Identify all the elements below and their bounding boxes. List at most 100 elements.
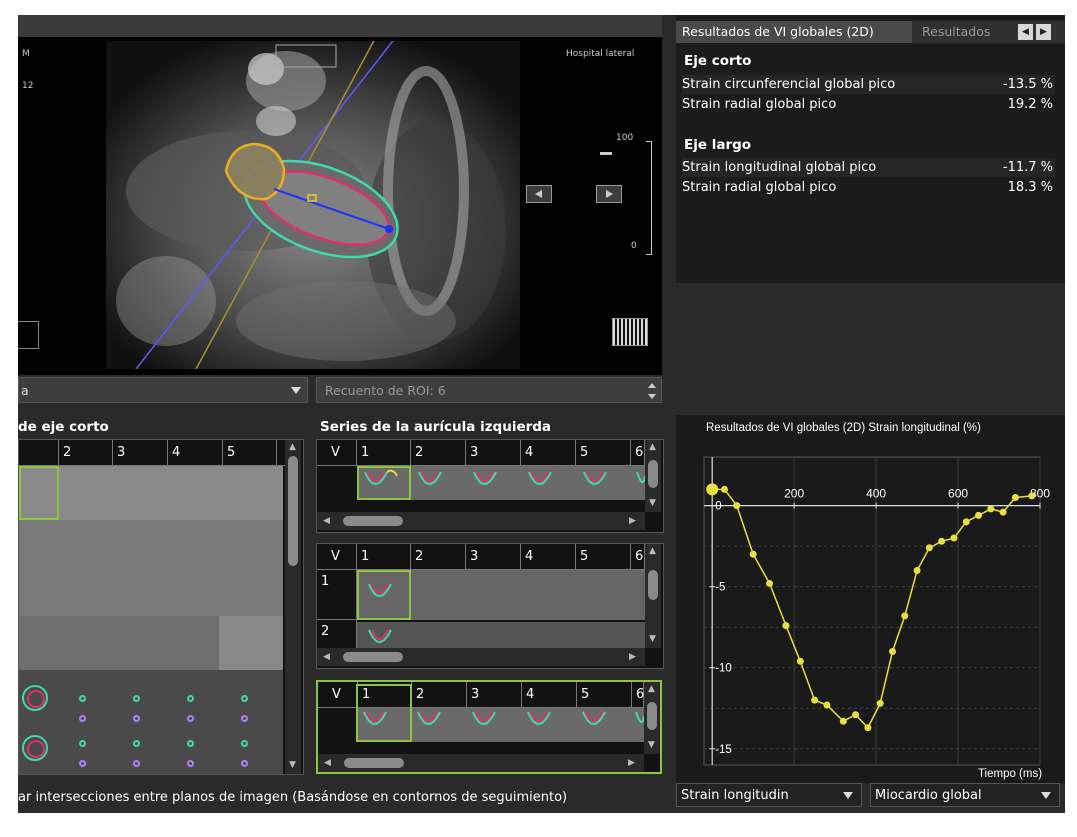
vertical-scrollbar[interactable]: ▲ ▼ bbox=[645, 440, 661, 512]
grid-header-cell: 2 bbox=[59, 440, 113, 466]
scroll-left-icon[interactable]: ◀ bbox=[323, 516, 330, 526]
scroll-left-icon[interactable]: ◀ bbox=[324, 758, 331, 768]
grid-header-cell: 4 bbox=[521, 544, 576, 570]
prev-frame-button[interactable] bbox=[526, 185, 552, 203]
roi-point bbox=[79, 715, 86, 722]
scale-marker bbox=[600, 152, 612, 155]
contour-thumbnails bbox=[364, 469, 645, 485]
scroll-up-icon[interactable]: ▲ bbox=[289, 442, 296, 452]
chart-title: Resultados de VI globales (2D) Strain lo… bbox=[706, 422, 981, 434]
roi-point bbox=[241, 740, 248, 747]
scroll-thumb[interactable] bbox=[343, 516, 403, 526]
app-window: M 12 Hospital lateral 100 0 Resultados d… bbox=[18, 15, 1065, 813]
tab-scroll-right-icon[interactable]: ▶ bbox=[1036, 24, 1051, 40]
roi-point bbox=[133, 740, 140, 747]
scroll-down-icon[interactable]: ▼ bbox=[289, 760, 296, 770]
scroll-down-icon[interactable]: ▼ bbox=[648, 740, 655, 750]
roi-point bbox=[133, 715, 140, 722]
data-point bbox=[925, 544, 933, 552]
data-point bbox=[706, 483, 719, 496]
scroll-thumb[interactable] bbox=[648, 460, 658, 488]
data-point bbox=[999, 508, 1007, 516]
grid-header-cell: 4 bbox=[521, 440, 576, 466]
x-tick-label: 600 bbox=[948, 487, 968, 501]
horizontal-scrollbar[interactable]: ◀ ▶ bbox=[317, 648, 645, 666]
grid-row-band bbox=[19, 616, 219, 670]
strain-chart[interactable]: Resultados de VI globales (2D) Strain lo… bbox=[676, 415, 1065, 783]
image-viewer[interactable]: M 12 Hospital lateral 100 0 bbox=[18, 15, 662, 375]
results-tabbar: Resultados de VI globales (2D) Resultado… bbox=[676, 21, 1065, 43]
chevron-down-icon bbox=[1041, 792, 1051, 799]
grid-header-cell: 6 bbox=[631, 440, 645, 466]
grid-header-cell: 3 bbox=[113, 440, 168, 466]
horizontal-scrollbar[interactable]: ◀ ▶ bbox=[318, 754, 644, 772]
data-point bbox=[823, 701, 831, 709]
x-tick-label: 400 bbox=[866, 487, 886, 501]
y-tick-label: -10 bbox=[715, 663, 732, 675]
window-scale-bar bbox=[646, 141, 652, 255]
data-point bbox=[975, 511, 983, 519]
short-axis-grid[interactable]: 2 3 4 5 ▲ ▼ bbox=[18, 439, 304, 775]
vertical-scrollbar[interactable]: ▲ ▼ bbox=[644, 682, 660, 754]
scroll-up-icon[interactable]: ▲ bbox=[649, 442, 656, 452]
region-dropdown[interactable]: Miocardio global bbox=[870, 783, 1060, 807]
data-point bbox=[852, 711, 860, 719]
overlay-text-1: M bbox=[22, 49, 30, 59]
vertical-scrollbar[interactable]: ▲ ▼ bbox=[285, 440, 301, 774]
vertical-scrollbar[interactable]: ▲ ▼ bbox=[645, 544, 661, 648]
scroll-right-icon[interactable]: ▶ bbox=[629, 516, 636, 526]
scroll-thumb[interactable] bbox=[648, 570, 658, 600]
scroll-thumb[interactable] bbox=[647, 702, 657, 730]
series-line bbox=[712, 488, 1032, 729]
strain-chart-panel: Resultados de VI globales (2D) Strain lo… bbox=[676, 415, 1065, 783]
scroll-left-icon[interactable]: ◀ bbox=[323, 652, 330, 662]
data-point bbox=[1011, 494, 1019, 502]
data-point bbox=[1028, 492, 1036, 500]
contour-thumbnails bbox=[22, 685, 48, 761]
horizontal-scrollbar[interactable]: ◀ ▶ bbox=[317, 512, 645, 530]
scroll-right-icon[interactable]: ▶ bbox=[628, 758, 635, 768]
grid-header-cell: 6 bbox=[632, 682, 644, 708]
scroll-up-icon[interactable]: ▲ bbox=[648, 684, 655, 694]
scroll-down-icon[interactable]: ▼ bbox=[649, 634, 656, 644]
scroll-right-icon[interactable]: ▶ bbox=[629, 652, 636, 662]
scroll-up-icon[interactable]: ▲ bbox=[649, 546, 656, 556]
scroll-thumb[interactable] bbox=[344, 758, 404, 768]
result-label: Strain circunferencial global pico bbox=[682, 77, 896, 92]
la-series-panel-2[interactable]: V 1 2 3 4 5 6 1 2 ▲ ▼ ◀ ▶ bbox=[316, 543, 664, 669]
scroll-down-icon[interactable]: ▼ bbox=[649, 498, 656, 508]
roi-point bbox=[241, 695, 248, 702]
mri-image[interactable] bbox=[106, 41, 520, 369]
strain-type-value: Strain longitudin bbox=[681, 788, 789, 803]
data-point bbox=[839, 717, 847, 725]
result-value: 19.2 % bbox=[1007, 97, 1053, 112]
roi-point bbox=[79, 695, 86, 702]
grid-header-cell: 6 bbox=[631, 544, 645, 570]
next-frame-button[interactable] bbox=[596, 185, 622, 203]
tab-results-2[interactable]: Resultados bbox=[916, 21, 1008, 43]
grid-header-cell: 2 bbox=[411, 440, 466, 466]
result-row: Strain radial global pico 19.2 % bbox=[682, 95, 1055, 114]
data-point bbox=[766, 579, 774, 587]
roi-count-stepper[interactable]: Recuento de ROI: 6 bbox=[316, 377, 662, 403]
roi-point bbox=[187, 760, 194, 767]
grid-selected-cell[interactable] bbox=[19, 466, 59, 520]
series-dropdown[interactable]: a bbox=[18, 377, 308, 403]
strain-type-dropdown[interactable]: Strain longitudin bbox=[676, 783, 862, 807]
x-axis-label: Tiempo (ms) bbox=[978, 768, 1042, 780]
scroll-thumb[interactable] bbox=[288, 456, 298, 566]
contour-thumbnails bbox=[363, 711, 644, 725]
roi-point bbox=[79, 740, 86, 747]
tab-scroll-left-icon[interactable]: ◀ bbox=[1018, 24, 1033, 40]
data-point bbox=[876, 699, 884, 707]
grid-header-cell: 3 bbox=[466, 544, 521, 570]
y-tick-label: 0 bbox=[715, 501, 721, 513]
la-series-panel-1[interactable]: V 1 2 3 4 5 6 ▲ ▼ ◀ ▶ bbox=[316, 439, 664, 533]
la-series-panel-3[interactable]: V 1 2 3 4 5 6 ▲ ▼ ◀ ▶ bbox=[316, 680, 662, 774]
long-axis-title: Eje largo bbox=[684, 137, 752, 153]
scroll-thumb[interactable] bbox=[343, 652, 403, 662]
data-point bbox=[733, 502, 741, 510]
result-value: -13.5 % bbox=[1002, 77, 1053, 92]
grid-header-cell: 2 bbox=[412, 682, 467, 708]
tab-global-results[interactable]: Resultados de VI globales (2D) bbox=[676, 21, 912, 43]
